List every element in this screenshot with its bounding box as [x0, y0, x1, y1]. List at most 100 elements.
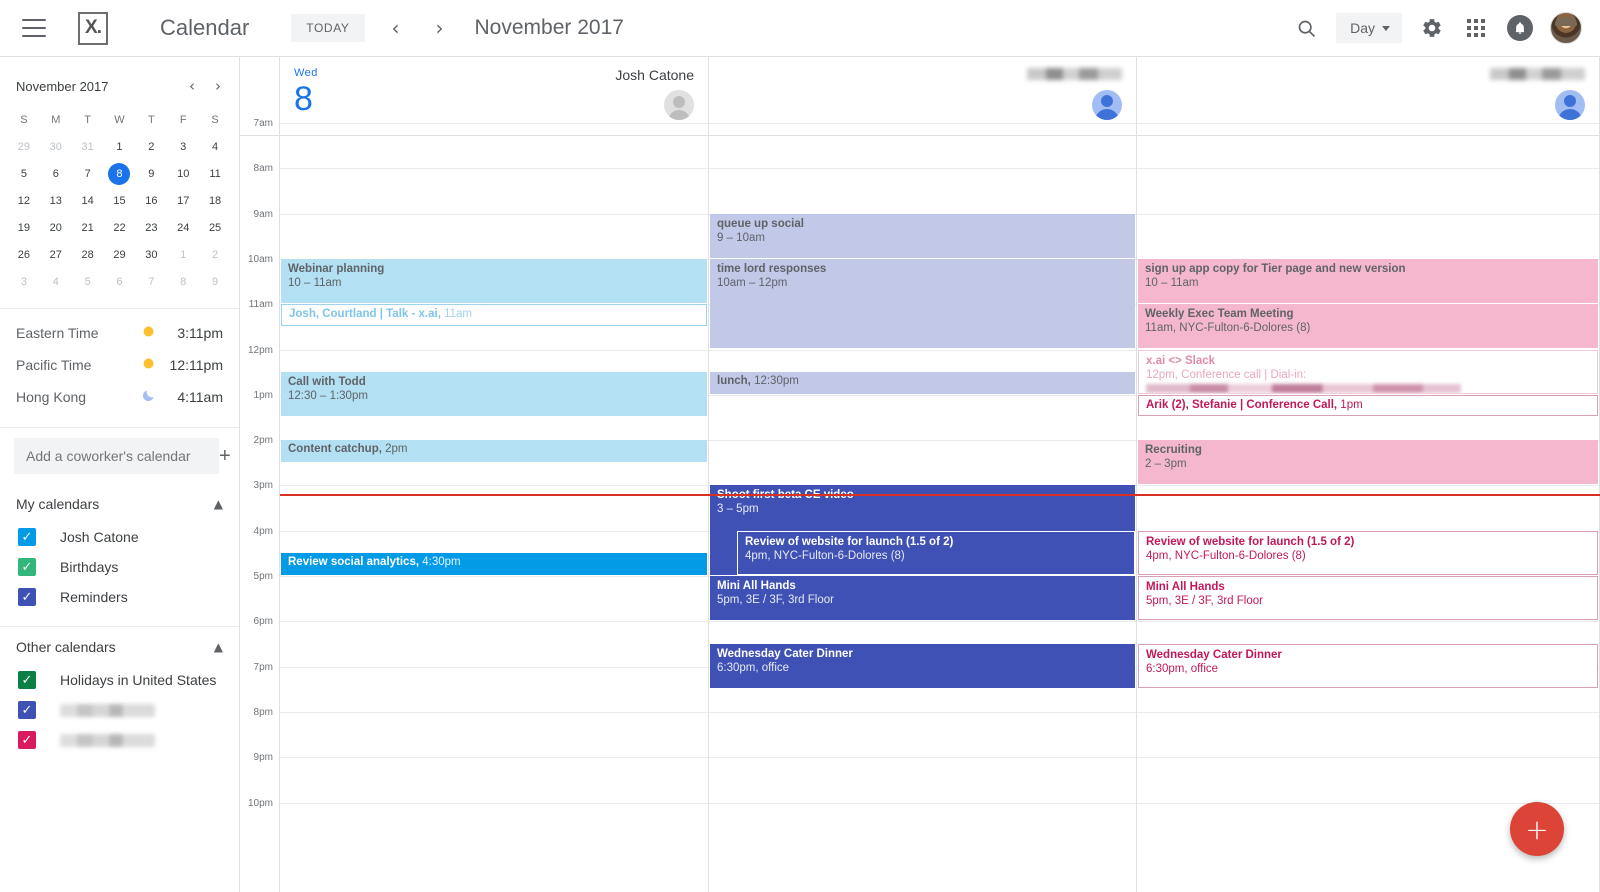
- calendar-list-item[interactable]: ✓: [0, 695, 239, 725]
- calendar-list-item[interactable]: ✓ Josh Catone: [0, 522, 239, 552]
- calendar-event[interactable]: Review of website for launch (1.5 of 2) 4…: [737, 530, 1135, 575]
- calendar-event[interactable]: queue up social 9 – 10am: [710, 213, 1135, 258]
- mini-calendar-day[interactable]: 7: [72, 161, 104, 186]
- mini-calendar-day[interactable]: 22: [104, 215, 136, 240]
- calendar-list-item[interactable]: ✓ Reminders: [0, 582, 239, 612]
- calendar-checkbox[interactable]: ✓: [18, 558, 36, 576]
- calendar-list-item[interactable]: ✓ Birthdays: [0, 552, 239, 582]
- mini-calendar-day[interactable]: 19: [8, 215, 40, 240]
- mini-calendar-day[interactable]: 18: [199, 188, 231, 213]
- calendar-event[interactable]: lunch, 12:30pm: [710, 372, 1135, 394]
- calendar-event[interactable]: Content catchup, 2pm: [281, 440, 707, 462]
- mini-calendar-day[interactable]: 2: [199, 242, 231, 267]
- today-button[interactable]: TODAY: [291, 14, 365, 42]
- calendar-event[interactable]: Arik (2), Stefanie | Conference Call, 1p…: [1138, 394, 1598, 417]
- mini-calendar-day[interactable]: 16: [135, 188, 167, 213]
- mini-calendar-day[interactable]: 29: [104, 242, 136, 267]
- calendar-event[interactable]: Josh, Courtland | Talk - x.ai, 11am: [281, 304, 707, 326]
- mini-calendar-selected-day[interactable]: 8: [108, 162, 131, 185]
- mini-calendar-day[interactable]: 30: [135, 242, 167, 267]
- mini-calendar-day[interactable]: 31: [72, 134, 104, 159]
- chevron-up-icon[interactable]: ▲: [214, 640, 223, 654]
- calendar-event[interactable]: Wednesday Cater Dinner 6:30pm, office: [710, 643, 1135, 689]
- calendar-checkbox[interactable]: ✓: [18, 671, 36, 689]
- grey-person-avatar[interactable]: [664, 90, 694, 120]
- day-column-header[interactable]: [709, 57, 1137, 136]
- mini-calendar-day[interactable]: 23: [135, 215, 167, 240]
- other-calendars-header[interactable]: Other calendars ▲: [0, 627, 239, 665]
- previous-period-button[interactable]: ‹: [383, 15, 409, 41]
- mini-calendar-day[interactable]: 8: [167, 269, 199, 294]
- calendar-checkbox[interactable]: ✓: [18, 528, 36, 546]
- mini-calendar-day[interactable]: 4: [40, 269, 72, 294]
- mini-calendar-next-button[interactable]: ›: [205, 73, 231, 99]
- calendar-event[interactable]: Review of website for launch (1.5 of 2) 4…: [1138, 530, 1598, 575]
- calendar-event[interactable]: Weekly Exec Team Meeting 11am, NYC-Fulton…: [1138, 304, 1598, 349]
- mini-calendar-day[interactable]: 12: [8, 188, 40, 213]
- calendar-list-item[interactable]: ✓: [0, 725, 239, 755]
- mini-calendar-day[interactable]: 30: [40, 134, 72, 159]
- mini-calendar-day[interactable]: 24: [167, 215, 199, 240]
- mini-calendar-day[interactable]: 7: [135, 269, 167, 294]
- mini-calendar-day[interactable]: 1: [104, 134, 136, 159]
- mini-calendar-day[interactable]: 6: [104, 269, 136, 294]
- user-avatar[interactable]: [1550, 12, 1582, 44]
- calendar-event[interactable]: Review social analytics, 4:30pm: [281, 553, 707, 575]
- mini-calendar-day[interactable]: 14: [72, 188, 104, 213]
- mini-calendar-day[interactable]: 27: [40, 242, 72, 267]
- calendar-event[interactable]: Webinar planning 10 – 11am: [281, 258, 707, 304]
- mini-calendar-day[interactable]: 4: [199, 134, 231, 159]
- calendar-event[interactable]: time lord responses 10am – 12pm: [710, 258, 1135, 349]
- mini-calendar-day[interactable]: 9: [135, 161, 167, 186]
- calendar-scroll-body[interactable]: 7am 8am 9am 10am 11am 12pm 1pm 2pm 3pm 4pm 5pm 6pm 7…: [240, 118, 1600, 892]
- blue-person-avatar[interactable]: [1555, 90, 1585, 120]
- mini-calendar-prev-button[interactable]: ‹: [179, 73, 205, 99]
- next-period-button[interactable]: ›: [427, 15, 453, 41]
- day-column-header[interactable]: Wed 8 Josh Catone: [280, 57, 709, 136]
- calendar-event[interactable]: sign up app copy for Tier page and new v…: [1138, 258, 1598, 304]
- calendar-event[interactable]: Wednesday Cater Dinner 6:30pm, office: [1138, 643, 1598, 689]
- mini-calendar-day[interactable]: 28: [72, 242, 104, 267]
- mini-calendar-day[interactable]: 5: [8, 161, 40, 186]
- chevron-up-icon[interactable]: ▲: [214, 497, 223, 511]
- day-column-header[interactable]: [1137, 57, 1600, 136]
- calendar-event[interactable]: Mini All Hands 5pm, 3E / 3F, 3rd Floor: [710, 576, 1135, 621]
- mini-calendar-day[interactable]: 5: [72, 269, 104, 294]
- mini-calendar-day[interactable]: 10: [167, 161, 199, 186]
- calendar-checkbox[interactable]: ✓: [18, 588, 36, 606]
- mini-calendar-day[interactable]: 15: [104, 188, 136, 213]
- mini-calendar-day[interactable]: 26: [8, 242, 40, 267]
- mini-calendar-day[interactable]: 3: [8, 269, 40, 294]
- add-coworker-plus-icon[interactable]: +: [219, 445, 231, 468]
- calendar-event[interactable]: x.ai <> Slack 12pm, Conference call | Dia…: [1138, 349, 1598, 394]
- mini-calendar-day[interactable]: 1: [167, 242, 199, 267]
- calendar-event[interactable]: Mini All Hands 5pm, 3E / 3F, 3rd Floor: [1138, 576, 1598, 621]
- my-calendars-header[interactable]: My calendars ▲: [0, 484, 239, 522]
- hamburger-icon[interactable]: [22, 19, 46, 37]
- mini-calendar-day[interactable]: 13: [40, 188, 72, 213]
- create-event-fab[interactable]: +: [1510, 802, 1564, 856]
- mini-calendar-day[interactable]: 11: [199, 161, 231, 186]
- mini-calendar-day[interactable]: 17: [167, 188, 199, 213]
- xai-logo-icon[interactable]: X.: [78, 11, 108, 45]
- calendar-checkbox[interactable]: ✓: [18, 731, 36, 749]
- mini-calendar-day[interactable]: 21: [72, 215, 104, 240]
- mini-calendar-day[interactable]: 6: [40, 161, 72, 186]
- mini-calendar-grid[interactable]: S M T W T F S 29 30 31 1 2 3 4 5 6 7 8 9 10 11 12 13 14 15 16 17 18…: [0, 107, 239, 294]
- view-select[interactable]: Day: [1336, 13, 1402, 43]
- mini-calendar-day[interactable]: 20: [40, 215, 72, 240]
- calendar-list-item[interactable]: ✓ Holidays in United States: [0, 665, 239, 695]
- day-column[interactable]: sign up app copy for Tier page and new v…: [1137, 123, 1600, 892]
- blue-person-avatar[interactable]: [1092, 90, 1122, 120]
- add-coworker-calendar-input[interactable]: [14, 438, 219, 474]
- mini-calendar-day[interactable]: 3: [167, 134, 199, 159]
- gear-icon[interactable]: [1412, 8, 1452, 48]
- bell-icon[interactable]: [1500, 8, 1540, 48]
- calendar-checkbox[interactable]: ✓: [18, 701, 36, 719]
- search-icon[interactable]: [1286, 8, 1326, 48]
- mini-calendar-day[interactable]: 8: [104, 161, 136, 186]
- day-column[interactable]: queue up social 9 – 10am time lord respons…: [709, 123, 1137, 892]
- day-column[interactable]: Webinar planning 10 – 11am Josh, Courtland…: [280, 123, 709, 892]
- calendar-event[interactable]: Call with Todd 12:30 – 1:30pm: [281, 372, 707, 417]
- mini-calendar-day[interactable]: 2: [135, 134, 167, 159]
